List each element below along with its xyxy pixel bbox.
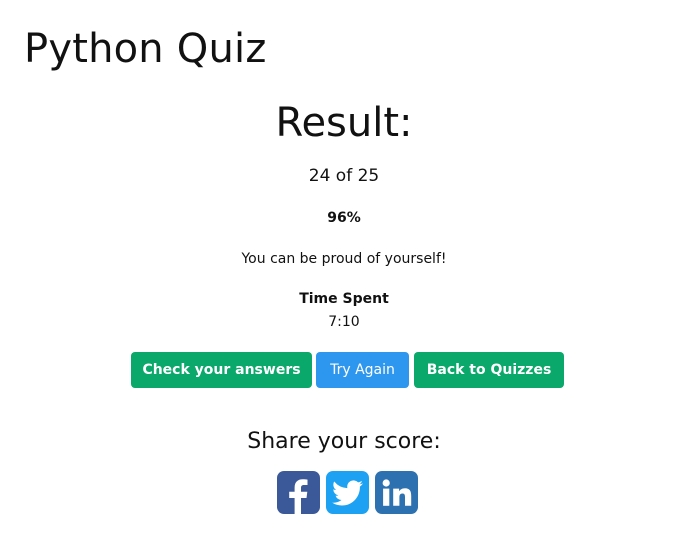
- share-twitter-button[interactable]: [326, 471, 369, 514]
- check-answers-button[interactable]: Check your answers: [131, 352, 312, 388]
- back-to-quizzes-button[interactable]: Back to Quizzes: [414, 352, 564, 388]
- score-text: 24 of 25: [308, 166, 380, 186]
- share-heading: Share your score:: [247, 429, 441, 454]
- time-spent-value: 7:10: [328, 314, 360, 330]
- result-heading: Result:: [275, 100, 413, 146]
- twitter-icon: [332, 480, 364, 506]
- score-percent: 96%: [327, 210, 361, 226]
- facebook-icon: [289, 479, 308, 514]
- linkedin-icon: [382, 479, 412, 506]
- share-facebook-button[interactable]: [277, 471, 320, 514]
- share-linkedin-button[interactable]: [375, 471, 418, 514]
- result-message: You can be proud of yourself!: [241, 251, 447, 267]
- quiz-result-page: Python Quiz Result: 24 of 25 96% You can…: [0, 0, 688, 555]
- page-title: Python Quiz: [24, 26, 267, 72]
- time-spent-label: Time Spent: [299, 291, 389, 307]
- try-again-button[interactable]: Try Again: [316, 352, 409, 388]
